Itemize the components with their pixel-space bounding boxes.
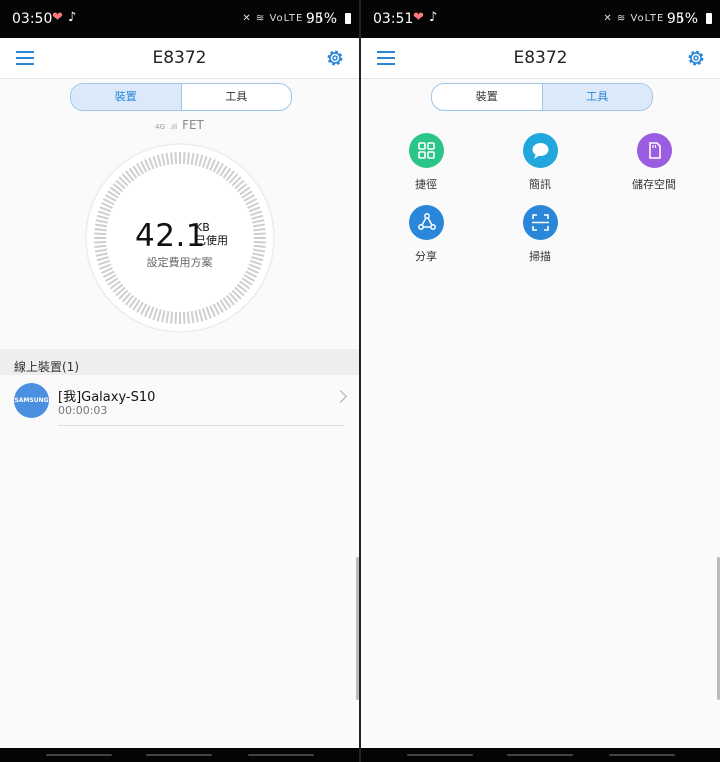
tool-label: 掃描 [529, 250, 551, 263]
gauge-tick [182, 311, 186, 324]
tab-device[interactable]: 裝置 [432, 84, 542, 110]
nav-recents-button[interactable] [407, 754, 473, 756]
tool-shortcut[interactable]: 捷徑 [376, 133, 476, 192]
nav-home-button[interactable] [146, 754, 212, 756]
tool-share[interactable]: 分享 [376, 205, 476, 264]
online-devices-title: 線上裝置(1) [14, 360, 79, 374]
scan-icon [522, 205, 558, 240]
gauge-tick [253, 240, 266, 244]
tool-label: 捷徑 [415, 178, 437, 191]
tool-storage[interactable]: 儲存空間 [604, 133, 704, 192]
tools-screen: 03:51 ❤ ♪ ✕ ≋ VoLTE .ıll 95% E8372 裝置 工具… [361, 0, 720, 762]
chevron-right-icon [334, 390, 347, 403]
page-title: E8372 [152, 48, 207, 68]
nav-bar [361, 748, 720, 762]
app-bar: E8372 [361, 38, 720, 79]
signal-bars-icon: .ıll [169, 123, 178, 131]
row-divider [58, 425, 345, 426]
nav-back-button[interactable] [609, 754, 675, 756]
gear-icon[interactable] [685, 47, 707, 69]
gauge-tick [253, 244, 266, 248]
gauge-tick [174, 311, 178, 324]
status-time: 03:51 [373, 11, 414, 27]
gauge-tick [174, 152, 178, 165]
music-icon: ♪ [68, 10, 77, 25]
gauge-tick [94, 240, 107, 244]
gauge-tick [94, 228, 107, 232]
page-title: E8372 [513, 48, 568, 68]
battery-percent: 95% [666, 11, 698, 27]
gauge-tick [94, 244, 107, 248]
status-bar: 03:51 ❤ ♪ ✕ ≋ VoLTE .ıll 95% [361, 0, 720, 38]
nav-home-button[interactable] [507, 754, 573, 756]
gauge-tick [170, 311, 174, 324]
nav-back-button[interactable] [248, 754, 314, 756]
battery-icon [706, 13, 712, 24]
avatar: SAMSUNG [14, 383, 49, 418]
gauge-tick [94, 232, 107, 236]
gauge-tick [186, 152, 190, 165]
tool-label: 分享 [415, 250, 437, 263]
tab-tools[interactable]: 工具 [541, 84, 652, 110]
gauge-tick [182, 152, 186, 165]
device-list-item[interactable]: SAMSUNG [我]Galaxy-S10 00:00:03 [0, 376, 359, 426]
status-time: 03:50 [12, 11, 53, 27]
tab-switcher: 裝置 工具 [70, 83, 292, 111]
nav-bar [0, 748, 359, 762]
music-icon: ♪ [429, 10, 438, 25]
tool-scan[interactable]: 掃描 [490, 205, 590, 264]
battery-icon [345, 13, 351, 24]
network-info: 4G .ıll FET [0, 118, 359, 132]
usage-unit: KB 已使用 [195, 221, 228, 247]
tab-tools[interactable]: 工具 [180, 84, 292, 110]
tool-label: 簡訊 [529, 178, 551, 191]
device-duration: 00:00:03 [58, 404, 108, 417]
usage-display: 42.1 KB 已使用 [135, 218, 228, 254]
tool-label: 儲存空間 [632, 178, 676, 191]
sd-card-icon [636, 133, 672, 168]
app-bar: E8372 [0, 38, 359, 79]
device-screen: 03:50 ❤ ♪ ✕ ≋ VoLTE .ıll 95% E8372 裝置 工具… [0, 0, 359, 762]
usage-unit-label: KB [195, 221, 210, 234]
signal-icon: 4G [155, 123, 165, 131]
health-icon: ❤ [52, 10, 63, 25]
usage-used-label: 已使用 [195, 234, 228, 247]
tool-sms[interactable]: 簡訊 [490, 133, 590, 192]
device-name: [我]Galaxy-S10 [58, 390, 156, 405]
set-plan-link[interactable]: 設定費用方案 [0, 254, 359, 270]
gauge-tick [253, 232, 266, 236]
health-icon: ❤ [413, 10, 424, 25]
gauge-tick [253, 228, 266, 232]
sms-bubble-icon [522, 133, 558, 168]
online-devices-header: 線上裝置(1) [0, 349, 359, 375]
gauge-tick [186, 311, 190, 324]
gear-icon[interactable] [324, 47, 346, 69]
shortcut-grid-icon [408, 133, 444, 168]
gauge-tick [170, 152, 174, 165]
battery-percent: 95% [305, 11, 337, 27]
nav-recents-button[interactable] [46, 754, 112, 756]
share-icon [408, 205, 444, 240]
carrier-name: FET [182, 118, 204, 132]
status-bar: 03:50 ❤ ♪ ✕ ≋ VoLTE .ıll 95% [0, 0, 359, 38]
tab-switcher: 裝置 工具 [431, 83, 653, 111]
tab-device[interactable]: 裝置 [71, 84, 181, 110]
